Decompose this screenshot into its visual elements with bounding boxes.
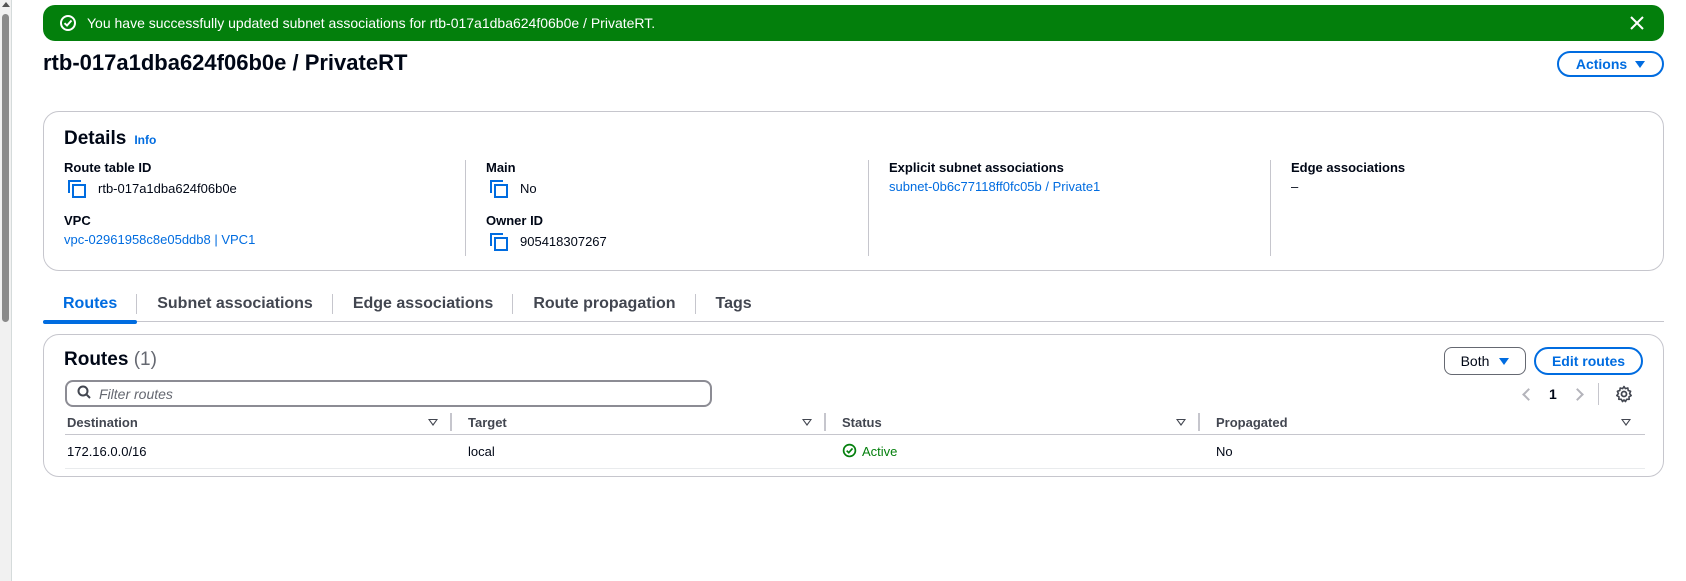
table-header: Destination Target Status Propagated — [65, 411, 1645, 435]
filter-routes-input[interactable] — [99, 385, 659, 402]
details-title: Details — [64, 128, 127, 149]
main-label: Main — [486, 160, 516, 175]
column-header-label: Destination — [67, 415, 138, 430]
routes-container: Routes (1) Both Edit routes 1 Destinatio… — [43, 334, 1664, 477]
column-header-label: Target — [468, 415, 507, 430]
edit-routes-button[interactable]: Edit routes — [1534, 347, 1643, 375]
scrollbar-thumb[interactable] — [2, 14, 9, 322]
status-text: Active — [862, 444, 898, 459]
vpc-link[interactable]: vpc-02961958c8e05ddb8 | VPC1 — [64, 232, 255, 247]
actions-button[interactable]: Actions — [1557, 51, 1664, 77]
active-tab-indicator — [43, 320, 138, 324]
chevron-right-icon[interactable] — [1570, 387, 1584, 401]
column-header-status[interactable]: Status — [826, 411, 1200, 434]
explicit-subnet-link[interactable]: subnet-0b6c77118ff0fc05b / Private1 — [889, 179, 1100, 194]
explicit-subnet-label: Explicit subnet associations — [889, 160, 1064, 175]
actions-button-label: Actions — [1575, 56, 1628, 72]
sort-icon[interactable] — [1176, 419, 1186, 426]
tab-tags[interactable]: Tags — [696, 286, 772, 322]
route-table-id-label: Route table ID — [64, 160, 152, 175]
details-column-2: Main No Owner ID 905418307267 — [466, 160, 869, 256]
pagination: 1 — [1522, 383, 1633, 405]
tab-routes[interactable]: Routes — [43, 286, 138, 324]
routes-title-text: Routes — [64, 349, 129, 370]
tab-route-propagation[interactable]: Route propagation — [513, 286, 696, 322]
tab-bar: Routes Subnet associations Edge associat… — [43, 286, 1664, 324]
destination-cell: 172.16.0.0/16 — [67, 444, 147, 459]
propagated-cell: No — [1216, 444, 1233, 459]
main-value: No — [520, 180, 537, 196]
search-icon — [77, 385, 91, 402]
close-icon[interactable] — [1628, 14, 1646, 32]
vpc-label: VPC — [64, 213, 91, 228]
routes-count: (1) — [133, 349, 157, 370]
column-header-label: Propagated — [1216, 415, 1288, 430]
check-circle-icon — [59, 14, 77, 32]
column-header-label: Status — [842, 415, 882, 430]
gear-icon[interactable] — [1615, 385, 1633, 403]
page-title: rtb-017a1dba624f06b0e / PrivateRT — [43, 50, 408, 75]
caret-down-icon — [1635, 60, 1646, 68]
edge-associations-label: Edge associations — [1291, 160, 1406, 175]
tab-label: Subnet associations — [157, 295, 313, 312]
target-cell: local — [468, 444, 495, 459]
scroll-up-arrow-icon[interactable] — [2, 2, 10, 7]
tab-label: Route propagation — [533, 295, 676, 312]
info-link[interactable]: Info — [134, 133, 156, 147]
table-row[interactable]: 172.16.0.0/16 local Active No — [65, 435, 1645, 469]
edge-associations-value: – — [1291, 179, 1299, 194]
filter-routes-field[interactable] — [65, 380, 712, 407]
page-number[interactable]: 1 — [1549, 386, 1557, 402]
tab-subnet-associations[interactable]: Subnet associations — [137, 286, 333, 322]
sort-icon[interactable] — [1621, 419, 1631, 426]
pager-divider — [1597, 383, 1599, 405]
chevron-left-icon[interactable] — [1522, 387, 1535, 401]
route-table-id-value: rtb-017a1dba624f06b0e — [98, 180, 237, 196]
copy-icon[interactable] — [489, 179, 508, 198]
success-flash-banner: You have successfully updated subnet ass… — [43, 5, 1664, 41]
sort-icon[interactable] — [802, 419, 812, 426]
routes-table: Destination Target Status Propagated 172… — [65, 411, 1645, 469]
column-header-propagated[interactable]: Propagated — [1200, 411, 1645, 434]
owner-id-value: 905418307267 — [520, 233, 607, 249]
sort-icon[interactable] — [428, 419, 438, 426]
details-column-3: Explicit subnet associations subnet-0b6c… — [869, 160, 1271, 256]
status-cell: Active — [826, 435, 1200, 468]
flash-message: You have successfully updated subnet ass… — [87, 15, 656, 31]
details-column-1: Route table ID rtb-017a1dba624f06b0e VPC… — [64, 160, 466, 256]
status-badge: Active — [842, 443, 897, 461]
tab-label: Edge associations — [352, 295, 494, 312]
caret-down-icon — [1499, 357, 1510, 365]
details-container: Details Info Route table ID rtb-017a1dba… — [43, 111, 1664, 271]
tab-label: Tags — [715, 295, 752, 312]
column-header-target[interactable]: Target — [452, 411, 826, 434]
column-header-destination[interactable]: Destination — [65, 411, 452, 434]
owner-id-label: Owner ID — [486, 213, 544, 228]
tab-edge-associations[interactable]: Edge associations — [333, 286, 514, 322]
copy-icon[interactable] — [67, 179, 86, 198]
copy-icon[interactable] — [489, 232, 508, 251]
tab-label: Routes — [63, 295, 118, 312]
routes-title: Routes (1) — [64, 349, 157, 371]
route-filter-select[interactable]: Both — [1444, 347, 1526, 375]
details-column-4: Edge associations – — [1271, 160, 1661, 256]
check-circle-icon — [842, 443, 857, 461]
page-scrollbar[interactable] — [0, 0, 12, 581]
route-filter-select-value: Both — [1460, 353, 1490, 369]
